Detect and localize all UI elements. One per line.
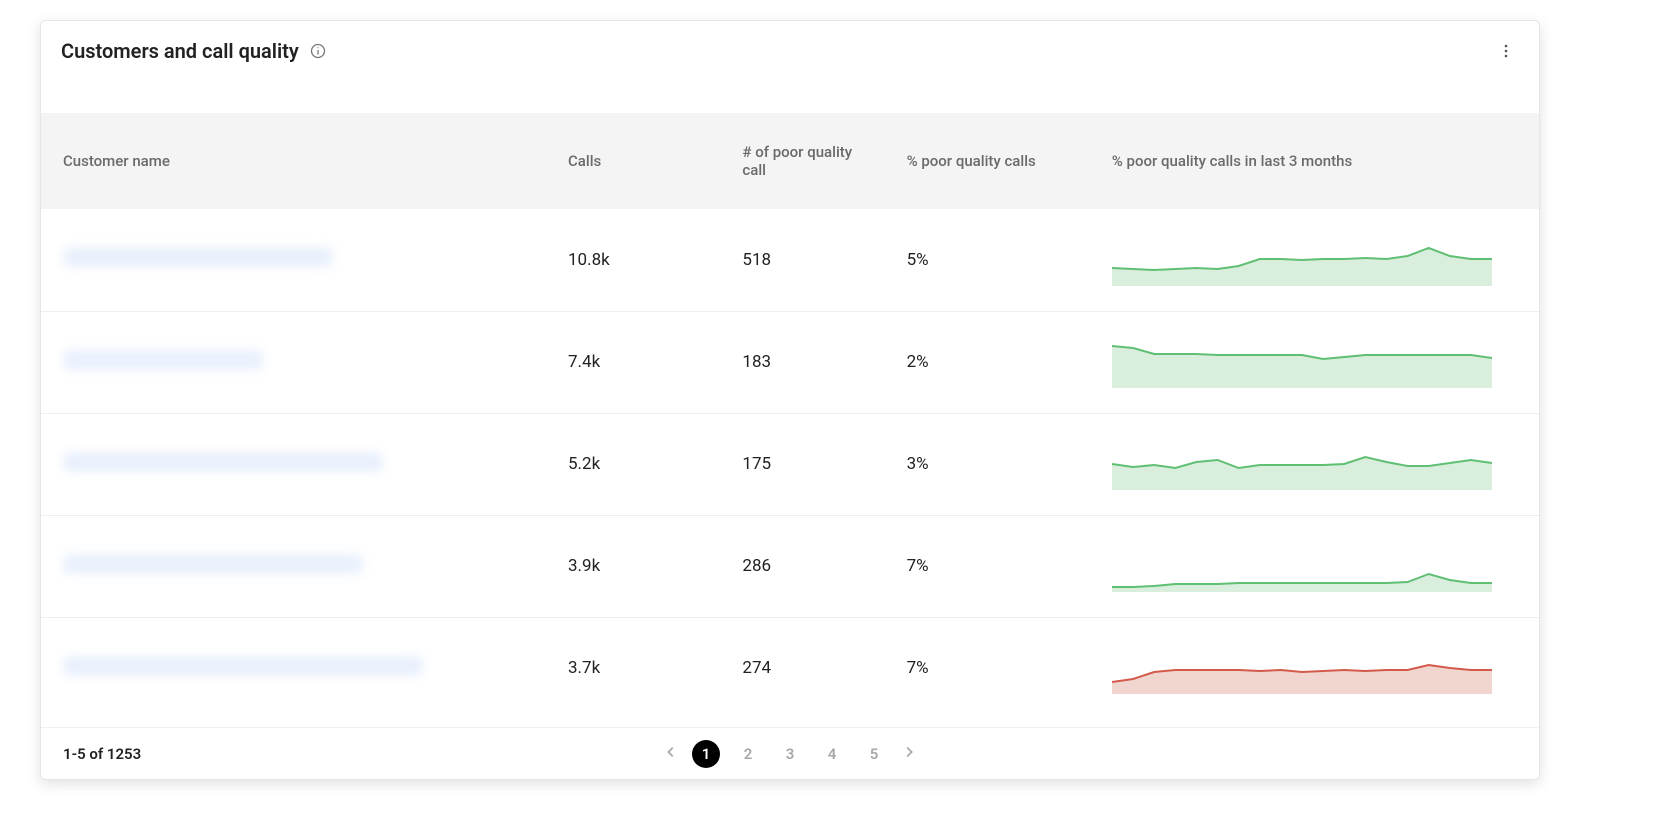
customer-name-redacted xyxy=(63,350,263,370)
cell-poorcnt: 183 xyxy=(728,311,892,413)
cell-poorpct: 2% xyxy=(893,311,1098,413)
pagination-range: 1-5 of 1253 xyxy=(63,745,141,763)
page-1[interactable]: 1 xyxy=(692,740,720,768)
cell-poorcnt: 175 xyxy=(728,413,892,515)
sparkline xyxy=(1112,234,1492,286)
title-wrap: Customers and call quality xyxy=(61,39,327,63)
col-header-trend[interactable]: % poor quality calls in last 3 months xyxy=(1098,113,1539,209)
pager: 12345 xyxy=(664,740,916,768)
table-footer: 1-5 of 1253 12345 xyxy=(41,727,1539,779)
sparkline xyxy=(1112,540,1492,592)
cell-poorpct: 7% xyxy=(893,515,1098,617)
customer-name-redacted xyxy=(63,452,383,472)
cell-calls: 7.4k xyxy=(554,311,728,413)
page-2[interactable]: 2 xyxy=(734,740,762,768)
cell-poorpct: 7% xyxy=(893,617,1098,719)
prev-page-icon[interactable] xyxy=(664,744,678,763)
col-header-calls[interactable]: Calls xyxy=(554,113,728,209)
cell-poorpct: 5% xyxy=(893,209,1098,311)
col-header-poorcnt[interactable]: # of poor quality call xyxy=(728,113,892,209)
page-5[interactable]: 5 xyxy=(860,740,888,768)
table-row[interactable]: 5.2k 175 3% xyxy=(41,413,1539,515)
cell-calls: 3.9k xyxy=(554,515,728,617)
page-4[interactable]: 4 xyxy=(818,740,846,768)
cell-calls: 10.8k xyxy=(554,209,728,311)
table-header-row: Customer name Calls # of poor quality ca… xyxy=(41,113,1539,209)
customer-name-redacted xyxy=(63,656,423,676)
sparkline xyxy=(1112,438,1492,490)
table-row[interactable]: 7.4k 183 2% xyxy=(41,311,1539,413)
sparkline xyxy=(1112,642,1492,694)
customer-name-redacted xyxy=(63,247,333,267)
page-3[interactable]: 3 xyxy=(776,740,804,768)
call-quality-card: Customers and call quality Customer name xyxy=(40,20,1540,780)
more-vertical-icon[interactable] xyxy=(1495,40,1517,62)
table-row[interactable]: 3.7k 274 7% xyxy=(41,617,1539,719)
cell-poorcnt: 274 xyxy=(728,617,892,719)
table-row[interactable]: 3.9k 286 7% xyxy=(41,515,1539,617)
sparkline xyxy=(1112,336,1492,388)
cell-calls: 3.7k xyxy=(554,617,728,719)
info-icon[interactable] xyxy=(309,42,327,60)
cell-poorpct: 3% xyxy=(893,413,1098,515)
cell-poorcnt: 518 xyxy=(728,209,892,311)
col-header-name[interactable]: Customer name xyxy=(41,113,554,209)
col-header-poorpct[interactable]: % poor quality calls xyxy=(893,113,1098,209)
customers-table: Customer name Calls # of poor quality ca… xyxy=(41,113,1539,719)
customer-name-redacted xyxy=(63,554,363,574)
cell-poorcnt: 286 xyxy=(728,515,892,617)
card-title: Customers and call quality xyxy=(61,39,299,63)
table-row[interactable]: 10.8k 518 5% xyxy=(41,209,1539,311)
cell-calls: 5.2k xyxy=(554,413,728,515)
card-header: Customers and call quality xyxy=(41,21,1539,73)
next-page-icon[interactable] xyxy=(902,744,916,763)
